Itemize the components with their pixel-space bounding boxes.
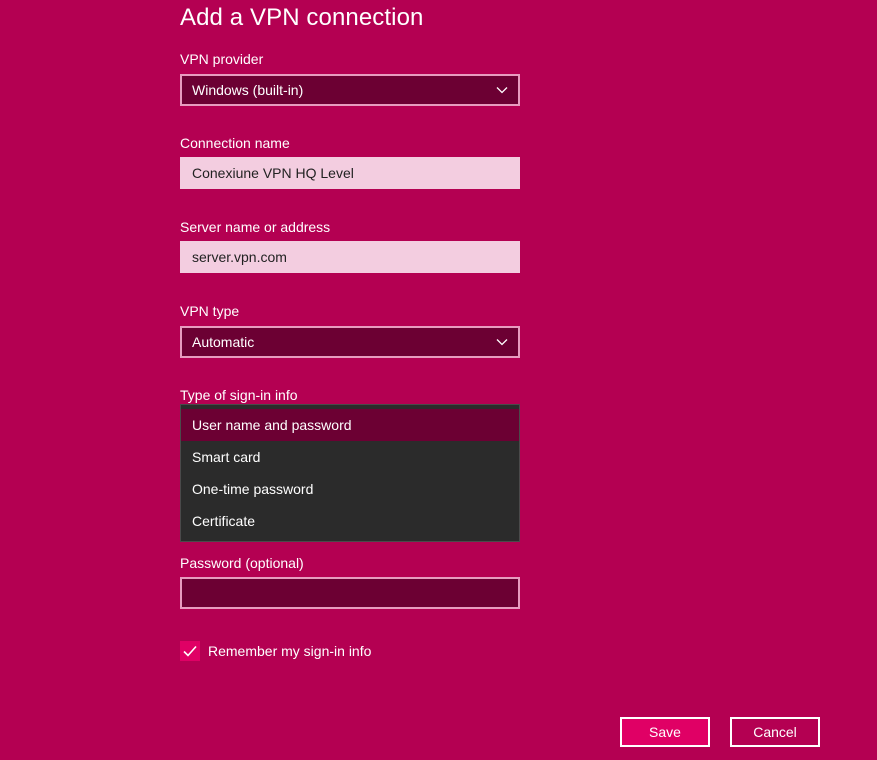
vpn-provider-value: Windows (built-in) (192, 82, 304, 98)
remember-label: Remember my sign-in info (208, 643, 372, 659)
vpn-type-select[interactable]: Automatic (180, 326, 520, 358)
connection-name-label: Connection name (180, 135, 290, 151)
server-label: Server name or address (180, 219, 331, 235)
remember-sign-in-checkbox-row[interactable]: Remember my sign-in info (180, 641, 371, 661)
vpn-provider-label: VPN provider (180, 51, 264, 67)
sign-in-type-label: Type of sign-in info (180, 387, 298, 403)
cancel-button[interactable]: Cancel (730, 717, 820, 747)
remember-checkbox[interactable] (180, 641, 200, 661)
dropdown-item-certificate[interactable]: Certificate (181, 505, 519, 537)
chevron-down-icon (496, 87, 508, 94)
dropdown-item-one-time-password[interactable]: One-time password (181, 473, 519, 505)
connection-name-input[interactable]: Conexiune VPN HQ Level (180, 157, 520, 189)
vpn-provider-select[interactable]: Windows (built-in) (180, 74, 520, 106)
checkmark-icon (183, 645, 197, 657)
sign-in-type-dropdown[interactable]: User name and password Smart card One-ti… (180, 404, 520, 542)
vpn-type-label: VPN type (180, 303, 240, 319)
server-input[interactable]: server.vpn.com (180, 241, 520, 273)
chevron-down-icon (496, 339, 508, 346)
add-vpn-dialog: Add a VPN connection VPN provider Window… (0, 0, 877, 760)
connection-name-value: Conexiune VPN HQ Level (192, 165, 354, 181)
save-button[interactable]: Save (620, 717, 710, 747)
dropdown-item-smart-card[interactable]: Smart card (181, 441, 519, 473)
password-input[interactable] (180, 577, 520, 609)
vpn-type-value: Automatic (192, 334, 255, 350)
password-label: Password (optional) (180, 555, 304, 571)
dropdown-item-username-password[interactable]: User name and password (181, 409, 519, 441)
server-value: server.vpn.com (192, 249, 287, 265)
page-title: Add a VPN connection (180, 4, 424, 31)
